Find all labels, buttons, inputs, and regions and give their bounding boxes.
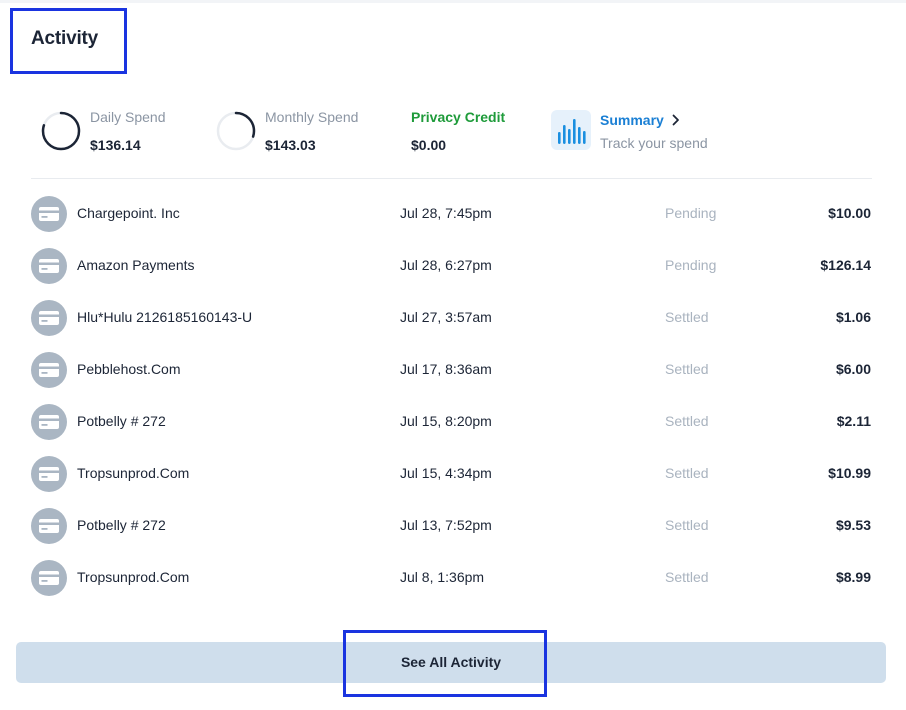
card-icon-circle bbox=[31, 404, 67, 440]
card-icon-circle bbox=[31, 352, 67, 388]
daily-spend-value: $136.14 bbox=[90, 137, 141, 153]
transaction-merchant: Hlu*Hulu 2126185160143-U bbox=[77, 309, 253, 325]
transaction-date: Jul 28, 7:45pm bbox=[400, 205, 492, 221]
transaction-amount: $1.06 bbox=[835, 309, 871, 325]
transaction-date: Jul 15, 4:34pm bbox=[400, 465, 492, 481]
transaction-status: Pending bbox=[665, 205, 717, 221]
credit-card-icon bbox=[39, 519, 59, 533]
transaction-merchant: Potbelly # 272 bbox=[77, 517, 166, 533]
transaction-date: Jul 13, 7:52pm bbox=[400, 517, 492, 533]
transaction-amount: $8.99 bbox=[835, 569, 871, 585]
transaction-row[interactable]: Pebblehost.Com Jul 17, 8:36am Settled $6… bbox=[0, 343, 906, 395]
privacy-credit-value: $0.00 bbox=[411, 137, 447, 153]
transaction-status: Settled bbox=[665, 517, 709, 533]
transaction-merchant: Pebblehost.Com bbox=[77, 361, 181, 377]
transaction-date: Jul 8, 1:36pm bbox=[400, 569, 485, 585]
transaction-amount: $2.11 bbox=[836, 413, 871, 429]
transaction-date: Jul 17, 8:36am bbox=[400, 361, 492, 377]
transaction-status: Settled bbox=[665, 569, 709, 585]
daily-spend-ring bbox=[41, 111, 81, 151]
credit-card-icon bbox=[39, 415, 59, 429]
summary-link[interactable]: Summary bbox=[600, 112, 681, 128]
stats-divider bbox=[31, 178, 872, 179]
spend-stats: Daily Spend $136.14 Monthly Spend $143.0… bbox=[0, 98, 906, 168]
card-icon-circle bbox=[31, 248, 67, 284]
transaction-status: Settled bbox=[665, 465, 709, 481]
summary-link-label: Summary bbox=[600, 112, 664, 128]
chevron-right-icon bbox=[672, 114, 679, 126]
credit-card-icon bbox=[39, 363, 59, 377]
transaction-status: Settled bbox=[665, 309, 709, 325]
credit-card-icon bbox=[39, 571, 59, 585]
transaction-merchant: Chargepoint. Inc bbox=[77, 205, 180, 221]
transaction-merchant: Amazon Payments bbox=[77, 257, 195, 273]
transaction-status: Pending bbox=[665, 257, 717, 273]
title-highlight-outline bbox=[10, 8, 127, 74]
transaction-status: Settled bbox=[665, 361, 709, 377]
card-icon-circle bbox=[31, 560, 67, 596]
transaction-merchant: Tropsunprod.Com bbox=[77, 569, 190, 585]
credit-card-icon bbox=[39, 467, 59, 481]
card-icon-circle bbox=[31, 456, 67, 492]
transaction-amount: $9.53 bbox=[835, 517, 871, 533]
transaction-date: Jul 28, 6:27pm bbox=[400, 257, 492, 273]
credit-card-icon bbox=[39, 207, 59, 221]
transaction-row[interactable]: Tropsunprod.Com Jul 15, 4:34pm Settled $… bbox=[0, 447, 906, 499]
card-icon-circle bbox=[31, 300, 67, 336]
transaction-row[interactable]: Tropsunprod.Com Jul 8, 1:36pm Settled $8… bbox=[0, 551, 906, 603]
button-highlight-outline bbox=[343, 630, 547, 697]
transaction-date: Jul 15, 8:20pm bbox=[400, 413, 492, 429]
bar-chart-icon bbox=[558, 119, 586, 144]
transaction-date: Jul 27, 3:57am bbox=[400, 309, 492, 325]
card-icon-circle bbox=[31, 508, 67, 544]
transaction-row[interactable]: Potbelly # 272 Jul 15, 8:20pm Settled $2… bbox=[0, 395, 906, 447]
top-divider bbox=[0, 0, 906, 3]
transaction-row[interactable]: Potbelly # 272 Jul 13, 7:52pm Settled $9… bbox=[0, 499, 906, 551]
summary-tile[interactable] bbox=[551, 110, 591, 150]
monthly-spend-label: Monthly Spend bbox=[265, 109, 359, 125]
daily-spend-label: Daily Spend bbox=[90, 109, 166, 125]
transaction-row[interactable]: Chargepoint. Inc Jul 28, 7:45pm Pending … bbox=[0, 187, 906, 239]
transaction-amount: $10.00 bbox=[828, 205, 871, 221]
transaction-status: Settled bbox=[665, 413, 709, 429]
credit-card-icon bbox=[39, 311, 59, 325]
transaction-amount: $6.00 bbox=[835, 361, 871, 377]
transaction-amount: $10.99 bbox=[828, 465, 871, 481]
monthly-spend-ring bbox=[216, 111, 256, 151]
transaction-amount: $126.14 bbox=[820, 257, 871, 273]
transaction-row[interactable]: Hlu*Hulu 2126185160143-U Jul 27, 3:57am … bbox=[0, 291, 906, 343]
monthly-spend-value: $143.03 bbox=[265, 137, 316, 153]
summary-subtitle: Track your spend bbox=[600, 135, 708, 151]
privacy-credit-label: Privacy Credit bbox=[411, 109, 506, 125]
credit-card-icon bbox=[39, 259, 59, 273]
transaction-merchant: Potbelly # 272 bbox=[77, 413, 166, 429]
card-icon-circle bbox=[31, 196, 67, 232]
transaction-merchant: Tropsunprod.Com bbox=[77, 465, 190, 481]
transaction-row[interactable]: Amazon Payments Jul 28, 6:27pm Pending $… bbox=[0, 239, 906, 291]
